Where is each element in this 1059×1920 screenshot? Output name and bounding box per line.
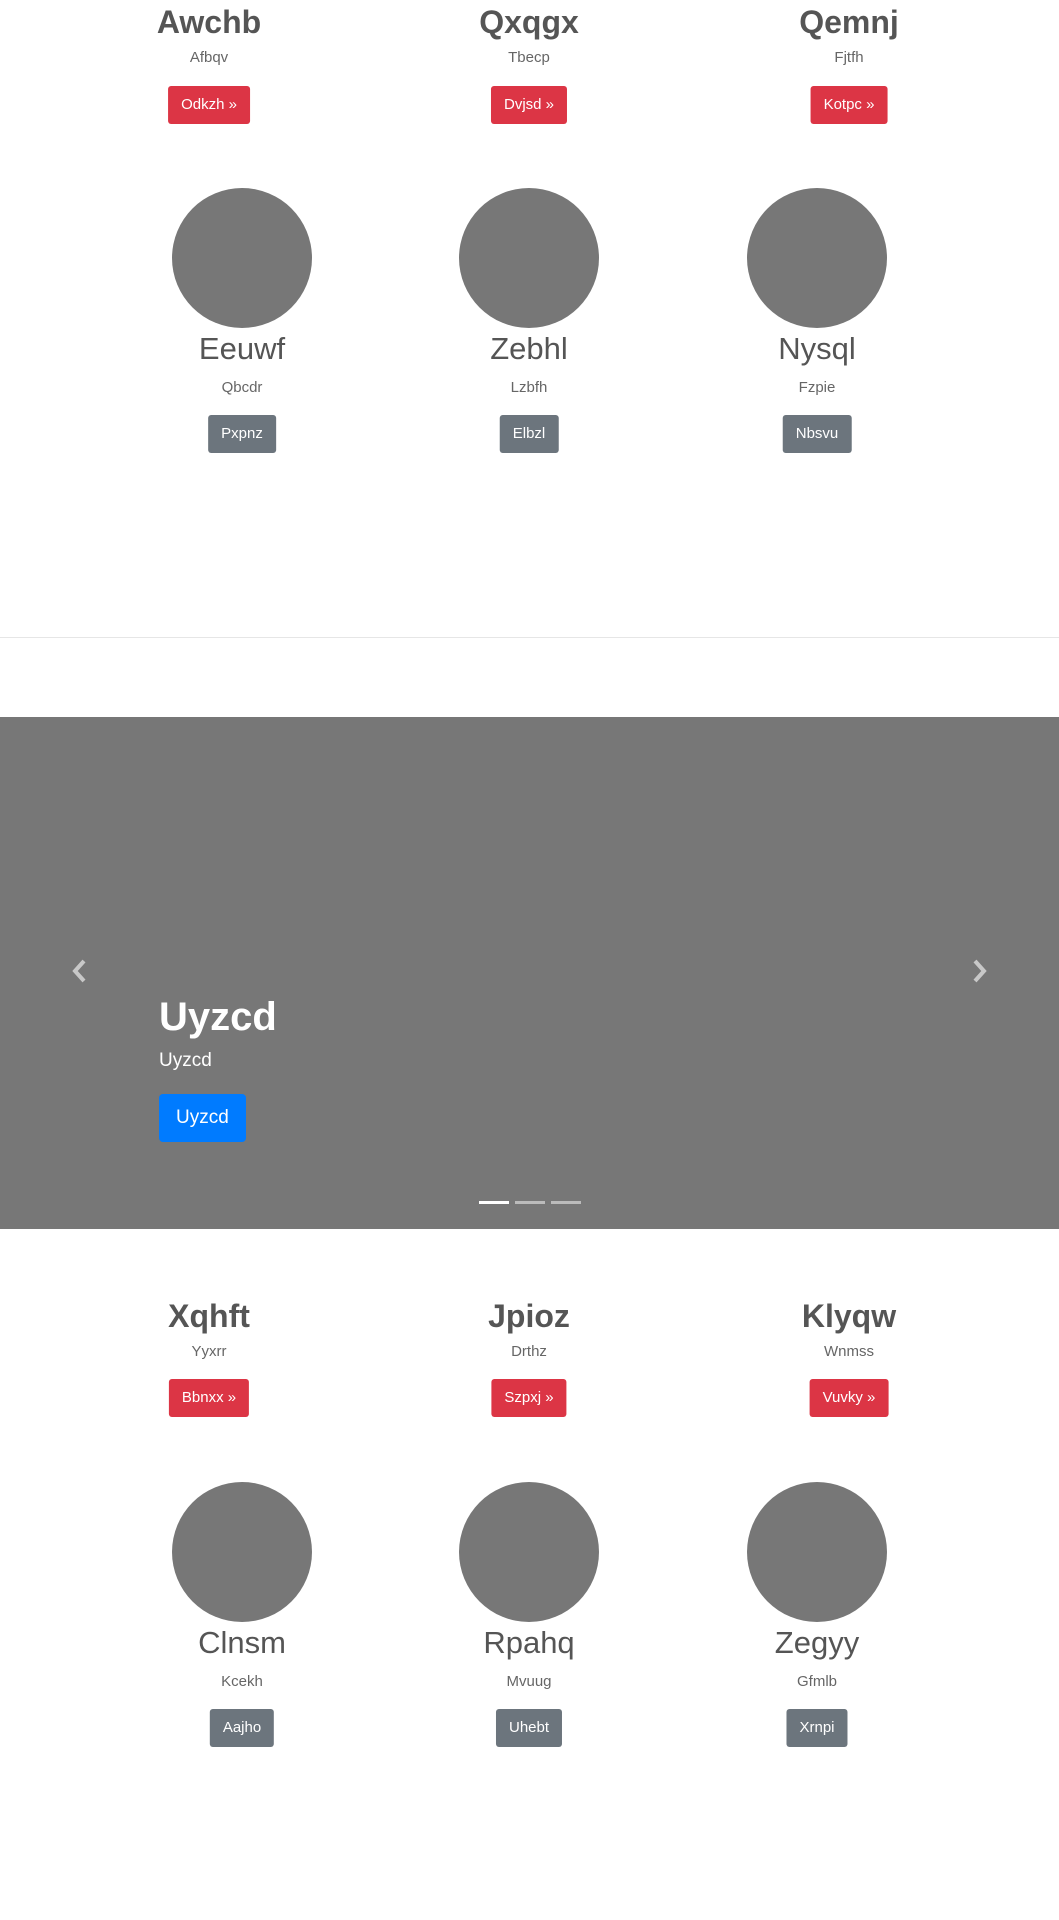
carousel-indicator[interactable] (551, 1201, 581, 1204)
feature-subtitle: Yyxrr (191, 1343, 227, 1360)
section-divider (0, 637, 1059, 638)
feature-title: Jpioz (488, 1298, 570, 1334)
feature-button[interactable]: Odkzh » (168, 86, 250, 124)
feature-subtitle: Tbecp (508, 49, 550, 66)
team-member-subtitle: Mvuug (506, 1673, 552, 1690)
feature-button[interactable]: Szpxj » (491, 1379, 567, 1417)
avatar-placeholder (172, 1482, 312, 1622)
team-member-name: Nysql (778, 331, 856, 366)
team-member-name: Eeuwf (198, 331, 286, 366)
carousel-indicator[interactable] (479, 1201, 509, 1204)
feature-subtitle: Wnmss (824, 1343, 874, 1360)
feature-subtitle: Fjtfh (834, 49, 864, 66)
feature-button[interactable]: Bbnxx » (168, 1379, 250, 1417)
team-member-subtitle: Lzbfh (510, 379, 548, 396)
feature-title: Klyqw (801, 1298, 897, 1334)
feature-subtitle: Drthz (511, 1343, 547, 1360)
chevron-right-icon[interactable] (971, 957, 989, 991)
team-member-button[interactable]: Nbsvu (782, 415, 852, 453)
avatar-placeholder (172, 188, 312, 328)
team-member-button[interactable]: Uhebt (495, 1709, 563, 1747)
team-member-button[interactable]: Elbzl (499, 415, 559, 453)
avatar-placeholder (459, 1482, 599, 1622)
team-member-button[interactable]: Pxpnz (208, 415, 276, 453)
feature-title: Awchb (156, 4, 262, 40)
hero-carousel: Uyzcd Uyzcd Uyzcd (0, 717, 1059, 1229)
carousel-cta-button[interactable]: Uyzcd (159, 1094, 246, 1142)
team-member-name: Rpahq (483, 1625, 575, 1660)
team-member-subtitle: Gfmlb (796, 1673, 838, 1690)
carousel-subtitle: Uyzcd (159, 1050, 212, 1071)
team-member-name: Zebhl (490, 331, 568, 366)
chevron-left-icon[interactable] (70, 957, 88, 991)
feature-title: Qemnj (799, 4, 899, 40)
feature-button[interactable]: Dvjsd » (490, 86, 568, 124)
feature-title: Xqhft (168, 1298, 250, 1334)
carousel-indicators (479, 1201, 581, 1204)
team-member-name: Zegyy (774, 1625, 860, 1660)
team-member-subtitle: Qbcdr (221, 379, 263, 396)
carousel-indicator[interactable] (515, 1201, 545, 1204)
team-member-subtitle: Fzpie (798, 379, 836, 396)
team-member-button[interactable]: Xrnpi (786, 1709, 848, 1747)
team-member-name: Clnsm (198, 1625, 286, 1660)
feature-title: Qxqgx (479, 4, 579, 40)
feature-button[interactable]: Vuvky » (809, 1379, 889, 1417)
avatar-placeholder (747, 188, 887, 328)
team-member-subtitle: Kcekh (221, 1673, 263, 1690)
avatar-placeholder (459, 188, 599, 328)
feature-subtitle: Afbqv (189, 49, 229, 66)
feature-button[interactable]: Kotpc » (810, 86, 888, 124)
avatar-placeholder (747, 1482, 887, 1622)
team-member-button[interactable]: Aajho (209, 1709, 275, 1747)
carousel-title: Uyzcd (159, 995, 277, 1039)
